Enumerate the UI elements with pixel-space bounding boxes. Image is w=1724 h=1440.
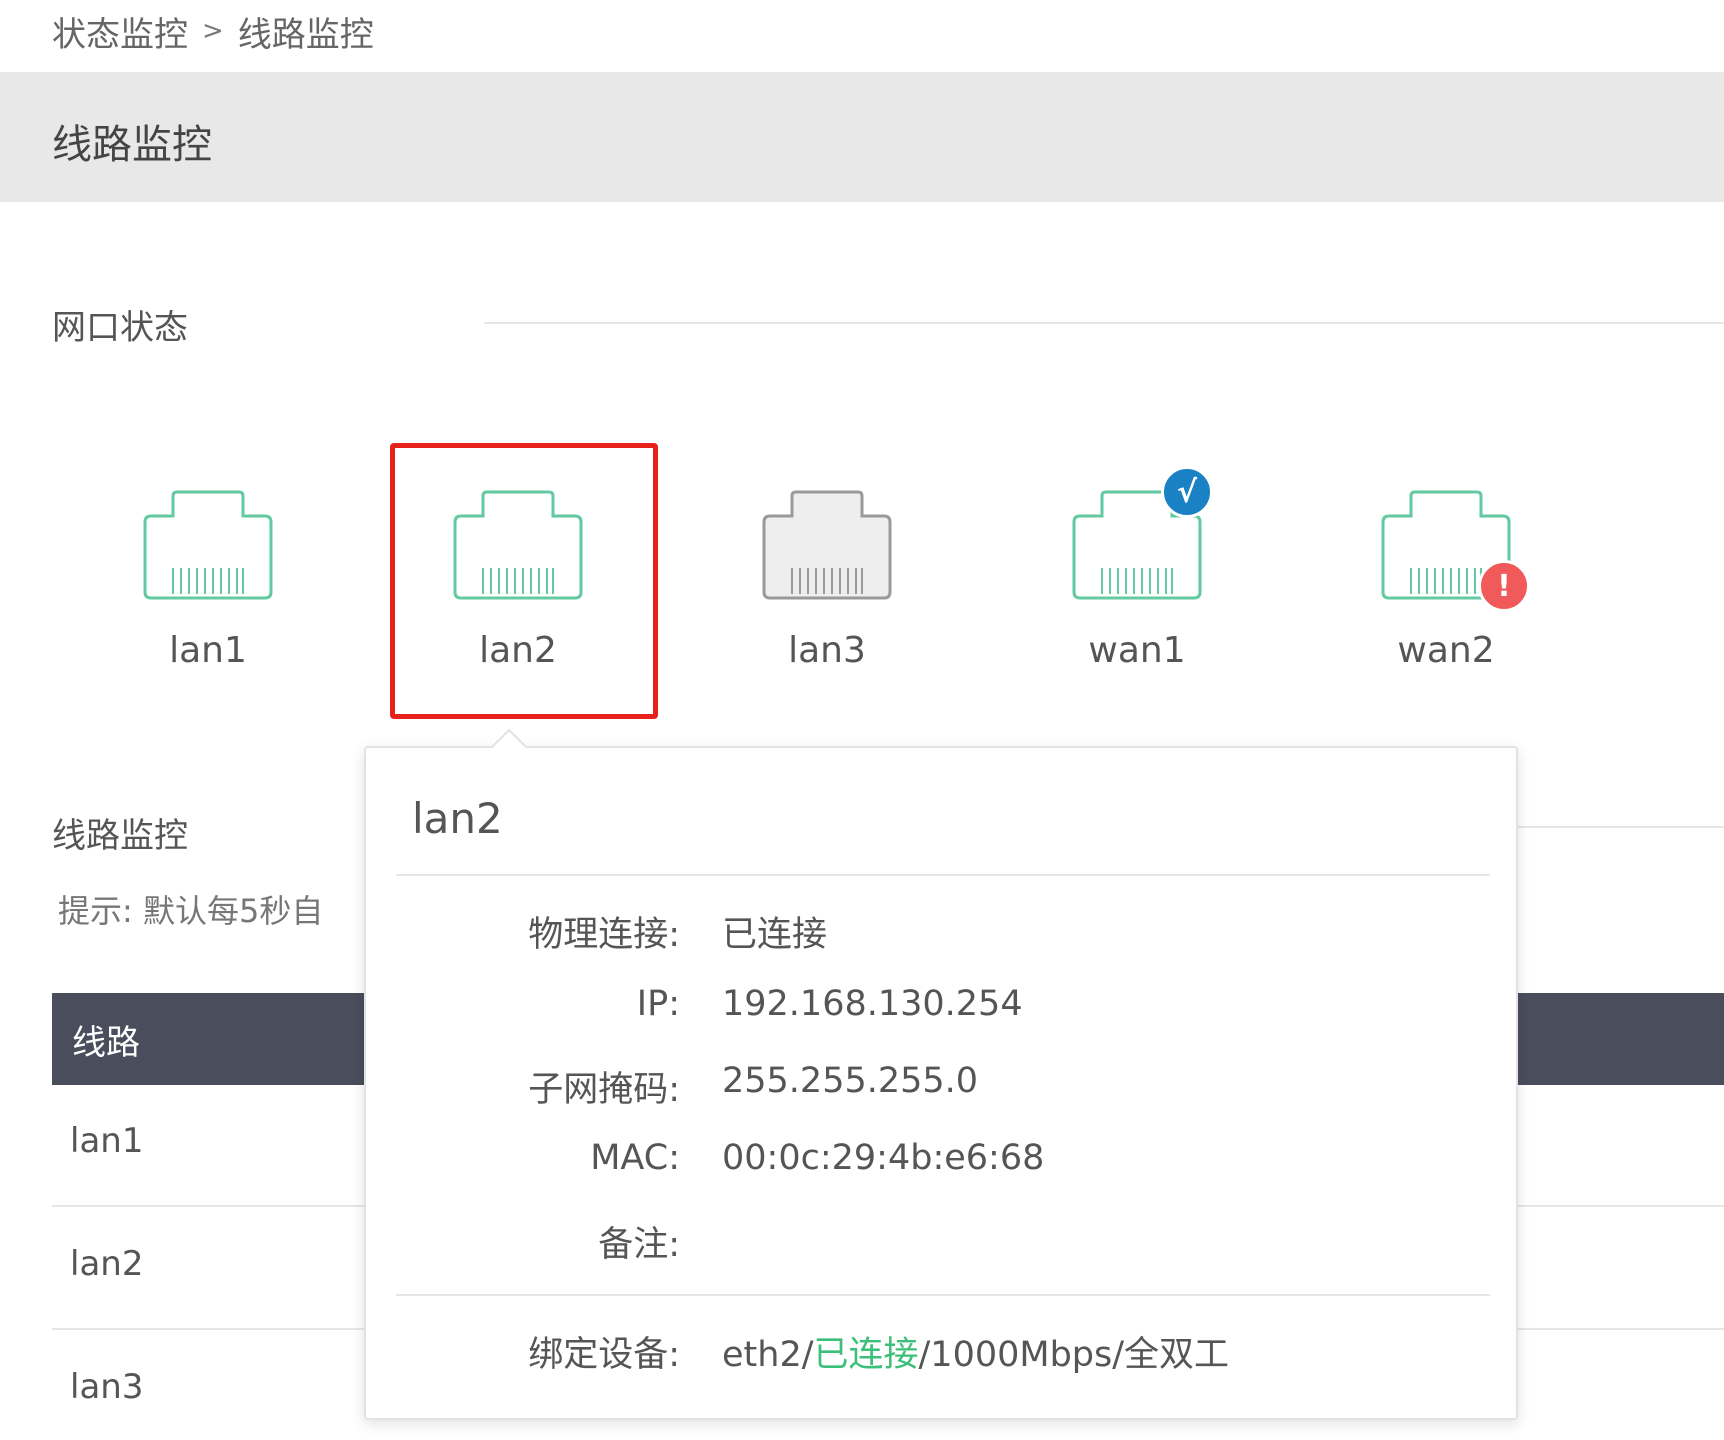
port-lan1[interactable]: lan1 xyxy=(128,490,288,680)
section-divider-lines xyxy=(1518,826,1724,828)
bound-device-status: 已连接 xyxy=(813,1335,919,1375)
field-label: 绑定设备: xyxy=(528,1335,680,1375)
breadcrumb-current: 线路监控 xyxy=(237,14,374,55)
field-label: 物理连接: xyxy=(528,915,680,955)
table-header-line: 线路 xyxy=(72,1023,140,1063)
bound-device-speed: /1000Mbps/全双工 xyxy=(918,1335,1230,1375)
bound-device-name: eth2/ xyxy=(722,1335,814,1375)
ethernet-port-icon xyxy=(762,490,892,600)
port-label: lan3 xyxy=(788,630,866,671)
field-subnet-mask: 子网掩码: 255.255.255.0 xyxy=(366,1061,1520,1111)
field-ip: IP: 192.168.130.254 xyxy=(366,984,1520,1034)
field-physical-connection: 物理连接: 已连接 xyxy=(366,906,1520,956)
page: 状态监控 > 线路监控 线路监控 网口状态 lan1 lan2 lan3 √ w… xyxy=(0,0,1724,1440)
popover-title: lan2 xyxy=(412,794,503,843)
popover-arrow xyxy=(490,728,528,766)
table-cell-line: lan1 xyxy=(70,1121,144,1161)
page-title: 线路监控 xyxy=(52,122,212,168)
popover-divider xyxy=(396,1294,1490,1296)
table-cell-line: lan3 xyxy=(70,1367,144,1407)
breadcrumb-separator: > xyxy=(202,16,224,46)
field-mac: MAC: 00:0c:29:4b:e6:68 xyxy=(366,1138,1520,1188)
field-value: 00:0c:29:4b:e6:68 xyxy=(722,1138,1045,1178)
breadcrumb: 状态监控 > 线路监控 xyxy=(52,6,374,56)
field-value: 192.168.130.254 xyxy=(722,984,1023,1024)
port-wan1[interactable]: √ wan1 xyxy=(1057,466,1217,680)
port-label: wan2 xyxy=(1397,630,1495,671)
port-lan3[interactable]: lan3 xyxy=(747,490,907,680)
field-value: eth2/已连接/1000Mbps/全双工 xyxy=(722,1326,1229,1377)
field-value: 255.255.255.0 xyxy=(722,1061,979,1101)
section-divider-ports xyxy=(484,322,1724,324)
port-label: lan1 xyxy=(169,630,247,671)
check-badge-icon: √ xyxy=(1161,466,1213,518)
port-label: wan1 xyxy=(1088,630,1186,671)
section-title-ports: 网口状态 xyxy=(52,308,188,348)
field-bound-device: 绑定设备: eth2/已连接/1000Mbps/全双工 xyxy=(366,1326,1520,1376)
field-label: IP: xyxy=(636,984,680,1024)
field-label: 子网掩码: xyxy=(528,1070,680,1110)
popover-divider xyxy=(396,874,1490,876)
port-wan2[interactable]: ! wan2 xyxy=(1366,490,1530,680)
page-title-bar: 线路监控 xyxy=(0,72,1724,202)
section-title-lines: 线路监控 xyxy=(52,816,188,856)
field-value-status: 已连接 xyxy=(722,915,828,955)
field-note: 备注: xyxy=(366,1216,1520,1266)
table-cell-line: lan2 xyxy=(70,1244,144,1284)
refresh-hint: 提示: 默认每5秒自 xyxy=(58,892,324,930)
breadcrumb-parent[interactable]: 状态监控 xyxy=(52,7,188,56)
ethernet-port-icon xyxy=(143,490,273,600)
warning-badge-icon: ! xyxy=(1478,560,1530,612)
selected-port-highlight xyxy=(390,443,658,719)
port-detail-popover: lan2 物理连接: 已连接 IP: 192.168.130.254 子网掩码:… xyxy=(364,728,1520,1420)
field-label: 备注: xyxy=(598,1225,680,1265)
field-label: MAC: xyxy=(590,1138,680,1178)
